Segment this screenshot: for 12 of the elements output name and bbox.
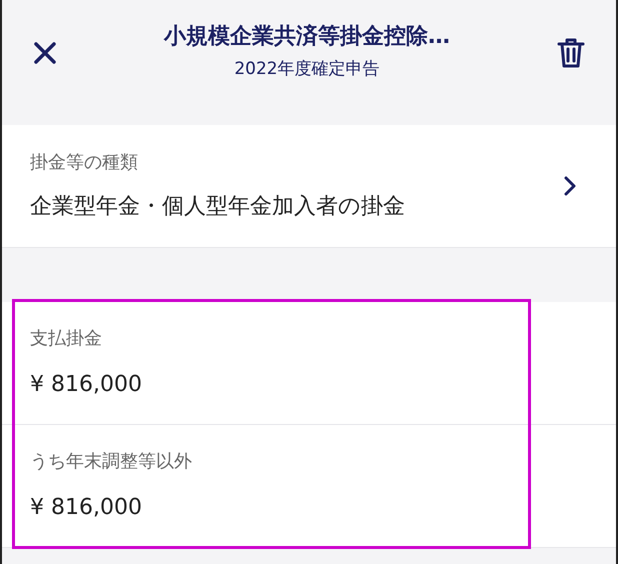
close-icon[interactable]	[32, 40, 58, 66]
amount-value: ¥ 816,000	[30, 371, 143, 399]
trash-icon[interactable]	[556, 36, 586, 68]
field-label: 支払掛金	[30, 327, 103, 351]
field-value: 企業型年金・個人型年金加入者の掛金	[30, 193, 406, 221]
field-label: うち年末調整等以外	[30, 450, 193, 474]
screen-subtitle: 2022年度確定申告	[234, 58, 380, 80]
type-row[interactable]: 掛金等の種類 企業型年金・個人型年金加入者の掛金	[2, 125, 616, 248]
amount-value: ¥ 816,000	[30, 494, 143, 522]
chevron-right-icon	[564, 176, 576, 196]
field-label: 掛金等の種類	[30, 151, 139, 175]
screen-title: 小規模企業共済等掛金控除…	[164, 23, 450, 50]
